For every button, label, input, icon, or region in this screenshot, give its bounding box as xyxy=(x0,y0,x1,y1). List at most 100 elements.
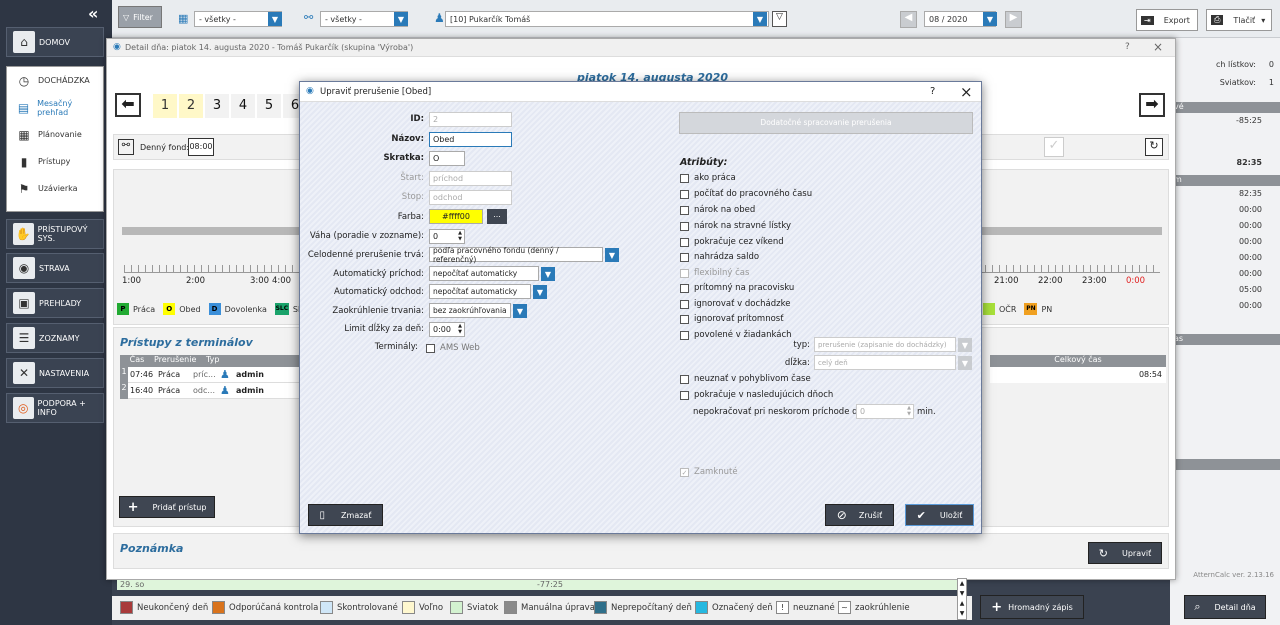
legend-swatch: SLC xyxy=(274,303,289,315)
filter-button[interactable]: ▽ Filter xyxy=(118,6,162,28)
access-title: Prístupy z terminálov xyxy=(120,336,253,349)
refresh-icon: ↻ xyxy=(1098,546,1108,560)
sidebar-item-domov[interactable]: ⌂ DOMOV xyxy=(6,27,104,57)
user-icon: ♟ xyxy=(220,368,230,381)
sidebar-item-podpora[interactable]: ◎ PODPORA + INFO xyxy=(6,393,104,423)
shield-icon: ◉ xyxy=(113,42,121,52)
day-strip: 1 2 3 4 5 6 xyxy=(153,94,307,118)
allday-select[interactable]: podľa pracovného fondu (denný / referenč… xyxy=(429,246,603,264)
table-row[interactable]: 1 07:46 Práca príc... ♟ admin xyxy=(120,366,306,383)
handshake-icon: ✋ xyxy=(13,223,34,245)
bulk-entry-button[interactable]: + Hromadný zápis xyxy=(980,595,1084,619)
attr-checkbox[interactable]: nárok na obed xyxy=(680,205,755,215)
checkmark-icon: ✔ xyxy=(916,508,926,522)
confirm-icon[interactable]: ✓ xyxy=(1044,137,1064,157)
allday-dropdown-icon[interactable]: ▼ xyxy=(605,248,619,262)
stepper-arrows-icon: ▲ ▼ xyxy=(458,230,462,242)
terminal-ams-checkbox[interactable]: AMS Web xyxy=(426,343,480,353)
sidebar-item-uzavierka[interactable]: ⚑ Uzávierka xyxy=(7,175,103,202)
help-icon[interactable]: ? xyxy=(930,86,935,97)
stepper-arrows-icon: ▲ ▼ xyxy=(458,323,462,335)
sidebar-item-pristupy[interactable]: ▮ Prístupy xyxy=(7,148,103,175)
color-field[interactable]: #ffff00 xyxy=(429,209,483,224)
group-dropdown-icon[interactable]: ▼ xyxy=(394,12,408,26)
add-access-button[interactable]: + Pridať prístup xyxy=(119,496,215,518)
attr-checkbox[interactable]: nárok na stravné lístky xyxy=(680,221,791,231)
table-row[interactable]: 2 16:40 Práca odc... ♟ admin xyxy=(120,382,306,399)
prev-period-button[interactable]: ◀ xyxy=(900,11,917,28)
rounding-dropdown-icon[interactable]: ▼ xyxy=(513,304,527,318)
sidebar-item-planovanie[interactable]: ▦ Plánovanie xyxy=(7,121,103,148)
weight-stepper[interactable]: 0 ▲ ▼ xyxy=(429,229,465,244)
delete-button[interactable]: ▯ Zmazať xyxy=(308,504,383,526)
save-button[interactable]: ✔ Uložiť xyxy=(905,504,974,526)
auto-departure-select[interactable]: nepočítať automaticky xyxy=(429,284,531,299)
attr-checkbox[interactable]: ignorovať prítomnosť xyxy=(680,314,784,324)
stepper-arrows-icon: ▲ ▼ xyxy=(907,405,911,417)
refresh-icon[interactable]: ↻ xyxy=(1145,138,1163,156)
attr-checkbox[interactable]: ako práca xyxy=(680,173,736,183)
sidebar-item-pristupovy-sys[interactable]: ✋ PRÍSTUPOVÝ SYS. xyxy=(6,219,104,249)
day-cell[interactable]: 5 xyxy=(257,94,281,118)
shortcut-field[interactable]: O xyxy=(429,151,465,166)
next-day-button[interactable]: ➡ xyxy=(1139,93,1165,117)
attr-checkbox[interactable]: pokračuje v nasledujúcich dňoch xyxy=(680,390,833,400)
legend-swatch: D xyxy=(208,303,221,315)
day-cell[interactable]: 2 xyxy=(179,94,203,118)
sidebar-item-dochadzka[interactable]: ◷ DOCHÁDZKA xyxy=(7,67,103,94)
bottom-legend: Neukončený deň Odporúčaná kontrola Skont… xyxy=(112,596,972,620)
scroll-arrows[interactable]: ▲ ▼ ▲ ▼ xyxy=(957,578,967,620)
attr-checkbox[interactable]: prítomný na pracovisku xyxy=(680,283,794,293)
print-button[interactable]: ⎙ Tlačiť ▾ xyxy=(1206,9,1272,31)
sidebar-item-prehlady[interactable]: ▣ PREHĽADY xyxy=(6,288,104,318)
export-icon: ⇥ xyxy=(1141,15,1154,25)
day-cell[interactable]: 3 xyxy=(205,94,229,118)
color-picker-button[interactable]: ... xyxy=(487,209,507,224)
employee-dropdown-icon[interactable]: ▼ xyxy=(753,12,767,26)
id-field: 2 xyxy=(429,112,512,127)
tilde-icon: ~ xyxy=(838,601,851,614)
sidebar-item-strava[interactable]: ◉ STRAVA xyxy=(6,253,104,283)
note-panel: Poznámka ↻ Upraviť xyxy=(113,533,1169,569)
edit-note-button[interactable]: ↻ Upraviť xyxy=(1088,542,1162,564)
collapse-sidebar-icon[interactable]: « xyxy=(88,4,98,23)
auto-departure-dropdown-icon[interactable]: ▼ xyxy=(533,285,547,299)
additional-processing-button[interactable]: Dodatočné spracovanie prerušenia xyxy=(679,112,973,134)
cancel-button[interactable]: ⊘ Zrušiť xyxy=(825,504,894,526)
period-dropdown-icon[interactable]: ▼ xyxy=(983,12,997,26)
trash-icon: ▯ xyxy=(319,509,326,521)
employee-select[interactable]: [10] Pukarčík Tomáš xyxy=(445,11,769,27)
legend-swatch: P xyxy=(117,303,129,315)
clock-icon: ◷ xyxy=(18,73,30,88)
daily-limit-stepper[interactable]: 0:00 ▲ ▼ xyxy=(429,322,465,337)
department-dropdown-icon[interactable]: ▼ xyxy=(268,12,282,26)
lifebuoy-icon: ◎ xyxy=(13,397,34,419)
day-cell[interactable]: 4 xyxy=(231,94,255,118)
help-icon[interactable]: ? xyxy=(1125,42,1130,52)
attr-checkbox[interactable]: neuznať v pohyblivom čase xyxy=(680,374,811,384)
close-icon[interactable]: × xyxy=(1153,40,1163,54)
auto-arrival-dropdown-icon[interactable]: ▼ xyxy=(541,267,555,281)
employee-filter-icon[interactable]: ▽ xyxy=(772,11,787,27)
sidebar-item-nastavenia[interactable]: ✕ NASTAVENIA xyxy=(6,358,104,388)
daily-fund-input[interactable]: 08:00 xyxy=(188,138,214,156)
day-cell[interactable]: 1 xyxy=(153,94,177,118)
close-icon[interactable]: × xyxy=(960,83,973,101)
rounding-select[interactable]: bez zaokrúhľovania xyxy=(429,303,511,318)
prev-day-button[interactable]: ⬅ xyxy=(115,93,141,117)
access-table: Čas Prerušenie Typ 1 07:46 Práca príc...… xyxy=(120,355,306,399)
group-icon: ⚯ xyxy=(304,11,314,24)
attr-checkbox[interactable]: počítať do pracovného času xyxy=(680,189,812,199)
attr-checkbox[interactable]: nahrádza saldo xyxy=(680,252,759,262)
sidebar-item-mesacny-prehlad[interactable]: ▤ Mesačný prehľad xyxy=(7,94,103,121)
next-period-button[interactable]: ▶ xyxy=(1005,11,1022,28)
name-field[interactable]: Obed xyxy=(429,132,512,147)
export-button[interactable]: ⇥ Export xyxy=(1136,9,1198,31)
tools-icon: ✕ xyxy=(13,362,35,384)
attr-checkbox[interactable]: ignorovať v dochádzke xyxy=(680,299,790,309)
day-detail-button[interactable]: ⌕ Detail dňa xyxy=(1184,595,1266,619)
attr-checkbox[interactable]: pokračuje cez víkend xyxy=(680,237,784,247)
auto-arrival-select[interactable]: nepočítať automaticky xyxy=(429,266,539,281)
sidebar-item-zoznamy[interactable]: ☰ ZOZNAMY xyxy=(6,323,104,353)
attr-checkbox[interactable]: povolené v žiadankách xyxy=(680,330,792,340)
